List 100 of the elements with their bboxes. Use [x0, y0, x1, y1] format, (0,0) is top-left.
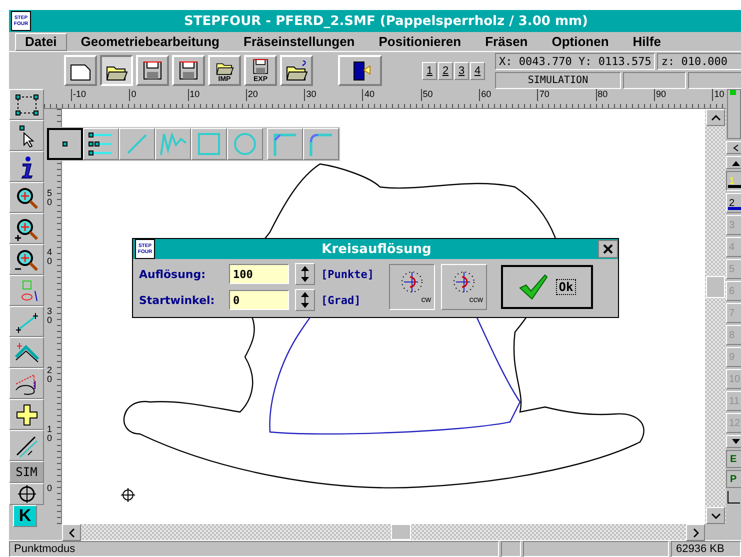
scroll-left-button[interactable] [62, 524, 81, 541]
zoom-in-icon [14, 216, 40, 240]
ruler-label: 50 [420, 89, 480, 101]
cross-tool-button[interactable] [9, 399, 44, 430]
slider-thumb[interactable] [730, 90, 736, 95]
circle-tool-button[interactable] [227, 128, 263, 160]
ruler-label: 70 [537, 89, 596, 101]
page-button[interactable]: 1 [422, 62, 437, 80]
point-tool-button[interactable] [47, 128, 83, 160]
input-field[interactable]: 100 [229, 264, 289, 284]
shapes-tool-button[interactable] [9, 275, 44, 306]
ok-button[interactable]: Ok [501, 265, 593, 309]
field-label: Auflösung: [139, 268, 207, 280]
unit-label: [Grad] [321, 294, 362, 306]
save-button[interactable] [172, 55, 205, 86]
ruler-label: 40 [47, 248, 52, 268]
status-panel [501, 541, 521, 557]
point-icon [62, 141, 68, 147]
menu-item[interactable]: Fräsen [475, 32, 538, 50]
scroll-down-button[interactable] [706, 507, 725, 524]
scroll-up-button[interactable] [726, 156, 741, 169]
window-title: STEPFOUR - PFERD_2.SMF (Pappelsperrholz / 3.00 mm) [183, 14, 589, 28]
spin-button[interactable] [295, 289, 315, 311]
status-field [688, 72, 741, 88]
spin-button[interactable] [295, 263, 315, 285]
page-button[interactable]: 4 [470, 62, 485, 80]
scroll-down-button[interactable] [726, 435, 741, 448]
ruler-label: 50 [47, 189, 52, 209]
plus-icon [14, 402, 40, 426]
ruler-label: 0 [47, 484, 52, 495]
crosshair-icon [120, 488, 136, 502]
points-tool-button[interactable] [83, 128, 119, 160]
zigzag-tool-button[interactable] [155, 128, 191, 160]
chevron-down-icon [710, 512, 720, 518]
scroll-up-button[interactable] [706, 109, 725, 126]
up-down-arrows-icon [300, 265, 310, 283]
scrollbar-thumb[interactable] [391, 524, 411, 540]
exit-button[interactable] [338, 55, 382, 86]
chevron-up-icon [710, 114, 720, 120]
layer-slider[interactable] [727, 89, 741, 139]
triangle-up-icon [731, 160, 741, 166]
corner-round-tool-button[interactable] [303, 128, 339, 160]
menu-item[interactable]: Hilfe [622, 32, 671, 50]
k-button[interactable]: K [13, 505, 37, 527]
horizontal-scrollbar[interactable] [62, 524, 705, 540]
menu-item[interactable]: Positionieren [368, 32, 472, 50]
close-button[interactable] [598, 240, 618, 258]
status-text: Punktmodus [9, 541, 499, 557]
input-field[interactable]: 0 [229, 290, 289, 310]
close-icon [603, 244, 613, 254]
vertical-scrollbar[interactable] [705, 109, 726, 524]
chevron-right-icon [692, 528, 698, 538]
corner-tool-button[interactable] [267, 128, 303, 160]
rectangle-tool-button[interactable] [191, 128, 227, 160]
pointer-tool-button[interactable] [9, 120, 44, 151]
height-tool-button[interactable] [9, 368, 44, 399]
up-down-arrows-icon [300, 291, 310, 309]
field-label: Startwinkel: [139, 294, 216, 306]
collapse-button[interactable] [726, 141, 741, 154]
line-points-tool-button[interactable] [9, 306, 44, 337]
scrollbar-thumb[interactable] [706, 276, 725, 298]
zoom-out-icon [14, 248, 40, 272]
layer-button[interactable]: 2 [726, 193, 741, 213]
line-tool-button[interactable] [119, 128, 155, 160]
zoom-in-tool-button[interactable] [9, 213, 44, 244]
direction-button[interactable]: ccw [441, 264, 487, 310]
ruler-label: 10 [712, 89, 726, 101]
zoom-out-tool-button[interactable] [9, 244, 44, 275]
dialog-title: Kreisauflösung [320, 242, 432, 256]
page-button[interactable]: 3 [454, 62, 469, 80]
simulation-button[interactable]: SIM [9, 461, 44, 483]
layer-tool-button[interactable]: P [726, 470, 741, 488]
measure-icon [14, 434, 40, 458]
menu-item[interactable]: Datei [15, 32, 67, 50]
save-button[interactable] [136, 55, 169, 86]
z-display: z: 010.000 [657, 52, 741, 70]
offset-tool-button[interactable] [9, 337, 44, 368]
info-tool-button[interactable] [9, 151, 44, 182]
chevron-left-icon [68, 528, 74, 538]
target-tool-button[interactable] [9, 483, 44, 505]
zoom-tool-button[interactable] [9, 182, 44, 213]
new-file-button[interactable] [64, 55, 97, 86]
measure-tool-button[interactable] [9, 430, 44, 461]
menu-item[interactable]: Geometriebearbeitung [70, 32, 230, 50]
layer-tool-button[interactable]: E [726, 450, 741, 468]
ruler-label: 10 [188, 89, 246, 101]
direction-button[interactable]: cw [389, 264, 435, 310]
select-rect-tool-button[interactable] [9, 89, 44, 120]
folder-button[interactable] [100, 55, 133, 86]
page-button[interactable]: 2 [438, 62, 453, 80]
unit-label: [Punkte] [321, 268, 375, 280]
selection-rectangle-icon [14, 92, 40, 116]
offset-icon [14, 340, 40, 364]
ruler-label: 30 [304, 89, 362, 101]
menu-item[interactable]: Optionen [542, 32, 619, 50]
menu-item[interactable]: Fräseinstellungen [234, 32, 365, 50]
floppy-disk-icon [176, 60, 200, 82]
axis-icon[interactable] [726, 490, 741, 506]
scroll-right-button[interactable] [686, 524, 705, 541]
mode-display: SIMULATION [495, 72, 621, 88]
